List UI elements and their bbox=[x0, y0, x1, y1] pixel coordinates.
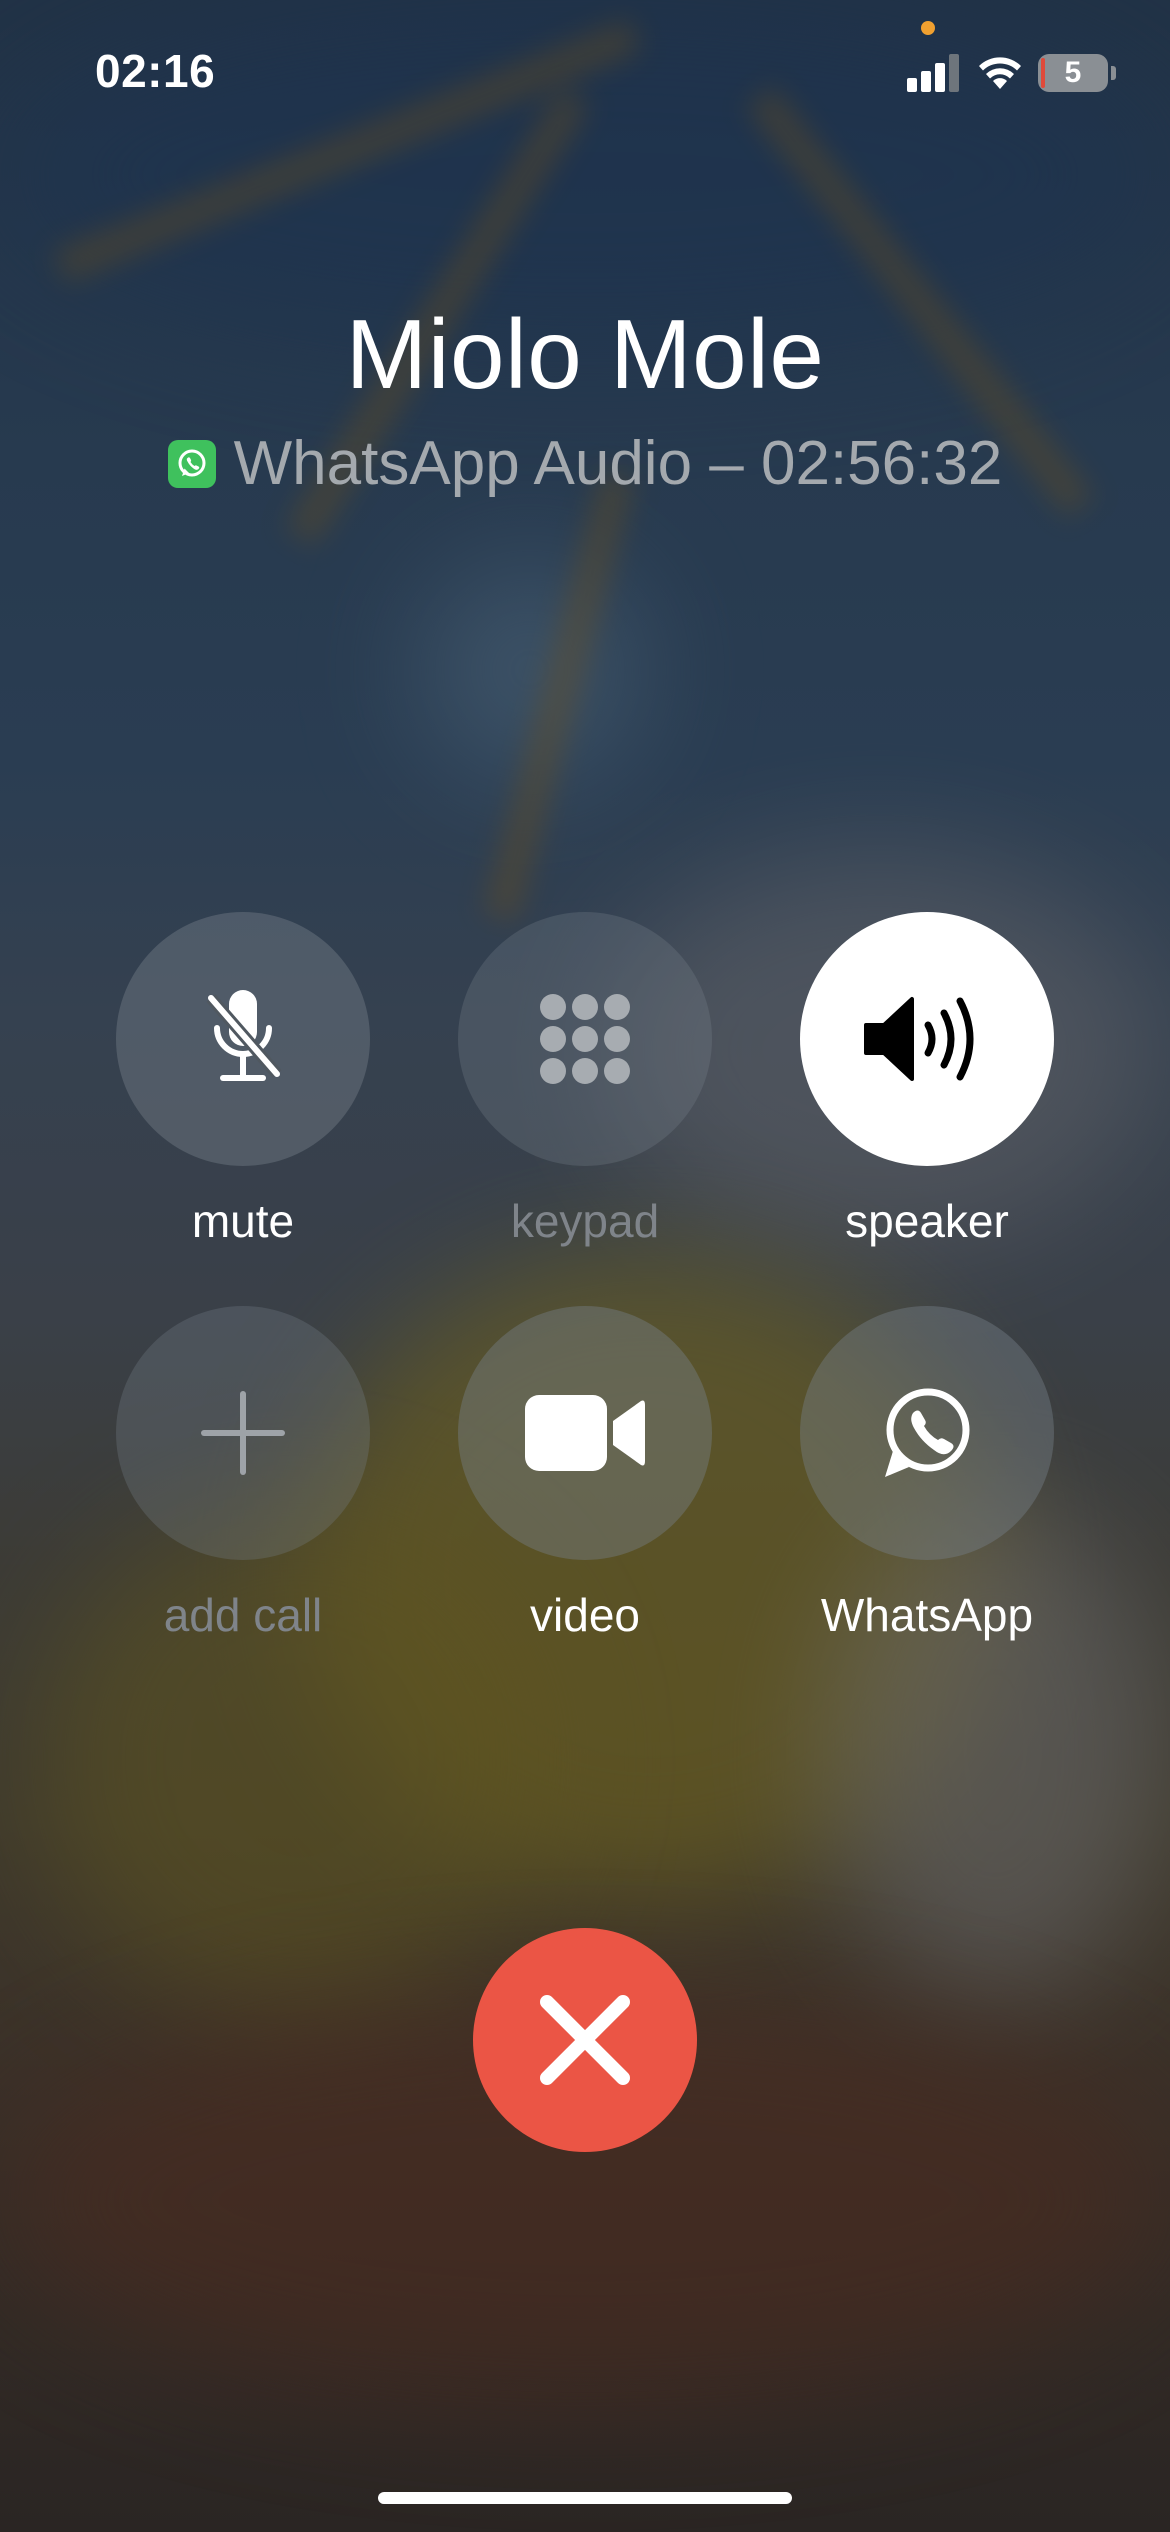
video-circle[interactable] bbox=[458, 1306, 712, 1560]
wifi-icon bbox=[979, 57, 1021, 89]
add-call-circle[interactable] bbox=[116, 1306, 370, 1560]
call-subtitle: WhatsApp Audio – 02:56:32 bbox=[0, 428, 1170, 499]
plus-icon bbox=[201, 1391, 285, 1475]
end-call-button[interactable] bbox=[473, 1928, 697, 2152]
mute-circle[interactable] bbox=[116, 912, 370, 1166]
whatsapp-button[interactable]: WhatsApp bbox=[800, 1306, 1054, 1641]
speaker-label: speaker bbox=[845, 1195, 1009, 1247]
signal-icon bbox=[907, 54, 959, 92]
close-icon bbox=[540, 1995, 630, 2085]
keypad-button[interactable]: keypad bbox=[458, 912, 712, 1247]
video-camera-icon bbox=[525, 1395, 645, 1471]
caller-name: Miolo Mole bbox=[345, 299, 825, 409]
speaker-button[interactable]: speaker bbox=[800, 912, 1054, 1247]
whatsapp-label: WhatsApp bbox=[820, 1589, 1034, 1641]
whatsapp-icon bbox=[167, 439, 216, 488]
status-time: 02:16 bbox=[95, 45, 216, 97]
add-call-button[interactable]: add call bbox=[116, 1306, 370, 1641]
video-button[interactable]: video bbox=[458, 1306, 712, 1641]
battery-nub bbox=[1111, 66, 1116, 80]
speaker-icon bbox=[864, 997, 974, 1081]
speaker-circle[interactable] bbox=[800, 912, 1054, 1166]
microphone-in-use-indicator bbox=[921, 21, 935, 35]
whatsapp-circle[interactable] bbox=[800, 1306, 1054, 1560]
keypad-icon bbox=[540, 994, 630, 1084]
battery-level: 5 bbox=[1064, 56, 1082, 89]
call-status-text: WhatsApp Audio – 02:56:32 bbox=[233, 429, 1003, 498]
mute-button[interactable]: mute bbox=[116, 912, 370, 1247]
home-indicator[interactable] bbox=[378, 2492, 792, 2504]
whatsapp-icon bbox=[885, 1388, 970, 1477]
battery-icon: 5 bbox=[1038, 54, 1108, 92]
microphone-slash-icon bbox=[206, 990, 282, 1081]
keypad-circle[interactable] bbox=[458, 912, 712, 1166]
